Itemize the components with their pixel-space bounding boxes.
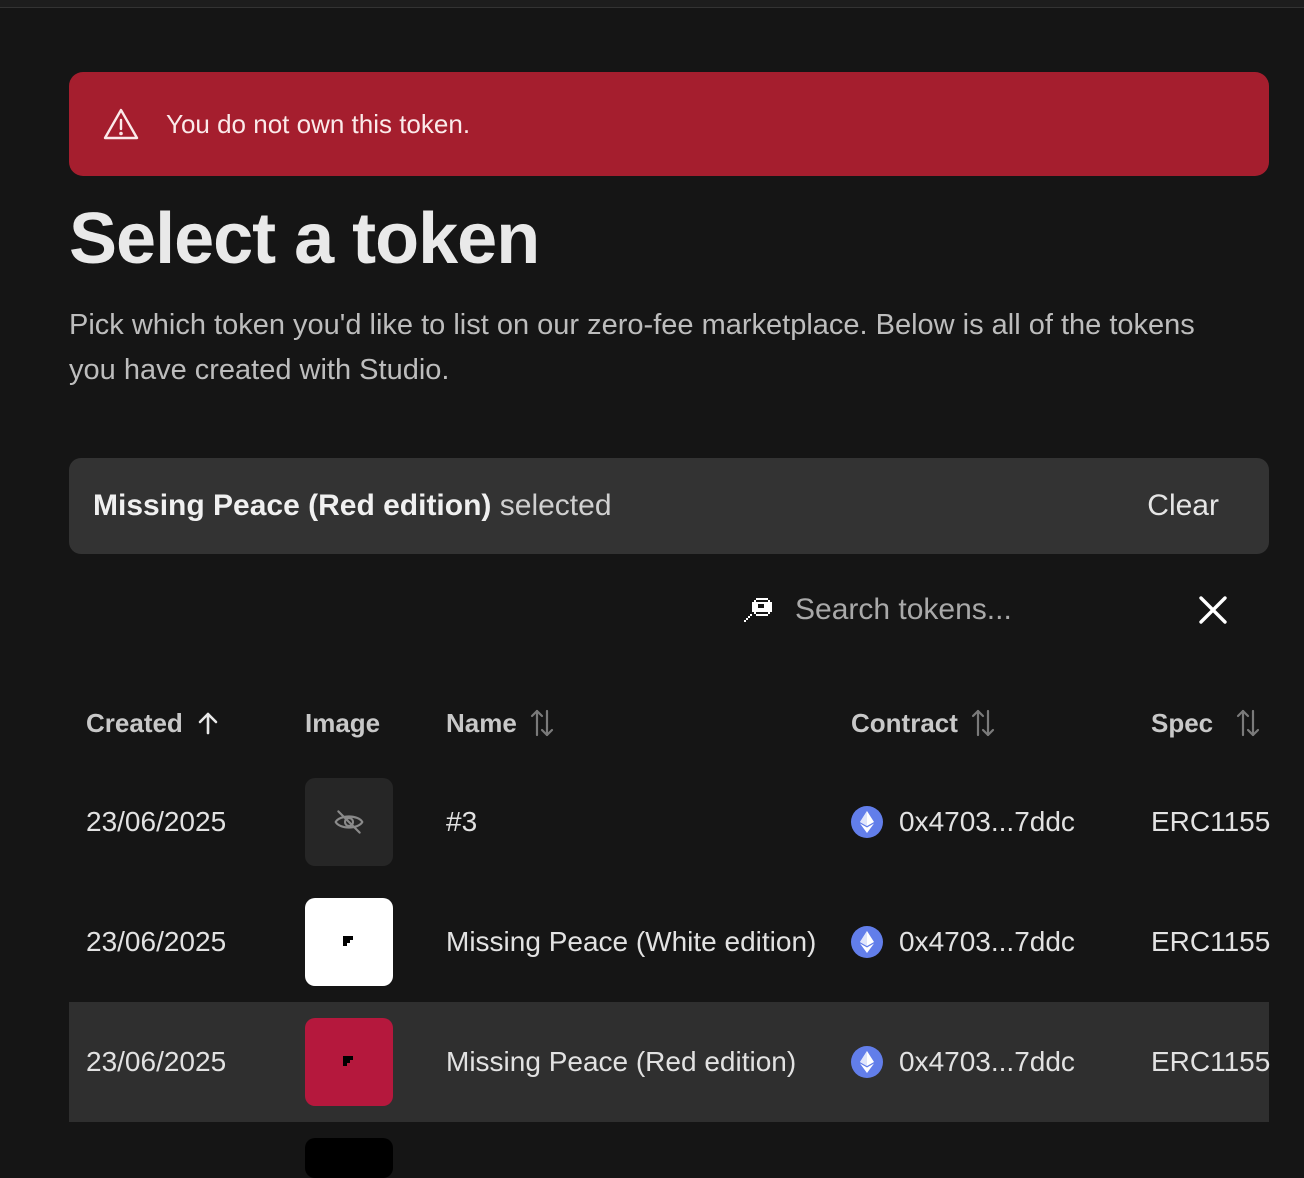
sort-ascending-icon [198,712,218,735]
column-header-contract[interactable]: Contract [851,703,996,743]
created-cell: 23/06/2025 [86,806,227,837]
page-subtitle: Pick which token you'd like to list on o… [69,309,1195,386]
table-row-selected[interactable]: 23/06/2025 Missing Peace (Red edition) 0… [69,1002,1271,1122]
spec-cell: ERC1155 [1151,926,1271,957]
name-cell: Missing Peace (White edition) [446,926,817,957]
search-input[interactable] [795,593,1175,627]
column-header-name[interactable]: Name [446,703,555,743]
close-icon[interactable] [1196,593,1230,627]
search-icon [744,594,776,626]
name-cell: Missing Peace (Red edition) [446,1046,797,1077]
spec-cell: ERC1155 [1151,806,1271,837]
selection-label: Missing Peace (Red edition) selected [93,489,612,523]
token-image [305,778,393,866]
ethereum-icon [851,806,883,838]
next-row-token-image [305,1138,393,1178]
table-row[interactable]: 23/06/2025 #3 0x4703...7ddc ERC1155 [69,762,1271,882]
sort-both-icon [1237,709,1260,737]
column-header-created[interactable]: Created [86,703,221,743]
contract-cell[interactable]: 0x4703...7ddc [851,762,1075,882]
clear-selection-button[interactable]: Clear [1147,489,1219,523]
created-cell: 23/06/2025 [86,1046,227,1077]
contract-cell[interactable]: 0x4703...7ddc [851,1002,1075,1122]
warning-triangle-icon [103,108,139,140]
selection-bar: Missing Peace (Red edition) selected Cle… [69,458,1269,554]
created-cell: 23/06/2025 [86,926,227,957]
column-header-spec[interactable]: Spec [1151,703,1261,743]
contract-address: 0x4703...7ddc [899,1046,1075,1077]
eye-off-icon [334,810,364,834]
page-title: Select a token [69,199,540,279]
contract-address: 0x4703...7ddc [899,806,1075,837]
search-bar [744,588,1234,632]
sort-both-icon [971,709,995,737]
token-image [305,1018,393,1106]
contract-cell[interactable]: 0x4703...7ddc [851,882,1075,1002]
name-header-label: Name [446,707,517,738]
token-artwork [343,1056,353,1066]
spec-header-label: Spec [1151,707,1214,738]
contract-header-label: Contract [851,707,958,738]
spec-cell: ERC1155 [1151,1046,1271,1077]
selected-token-name: Missing Peace (Red edition) [93,489,492,522]
image-header-label: Image [305,707,381,738]
created-header-label: Created [86,707,183,738]
contract-address: 0x4703...7ddc [899,926,1075,957]
token-artwork [343,936,353,946]
window-top-border [0,0,1304,8]
alert-message: You do not own this token. [166,108,471,139]
column-header-image: Image [305,703,380,743]
name-cell: #3 [446,806,478,837]
selected-suffix: selected [499,489,612,522]
error-alert: You do not own this token. [69,72,1269,176]
sort-both-icon [530,709,553,737]
token-image [305,898,393,986]
table-row[interactable]: 23/06/2025 Missing Peace (White edition)… [69,882,1271,1002]
ethereum-icon [851,926,883,958]
ethereum-icon [851,1046,883,1078]
